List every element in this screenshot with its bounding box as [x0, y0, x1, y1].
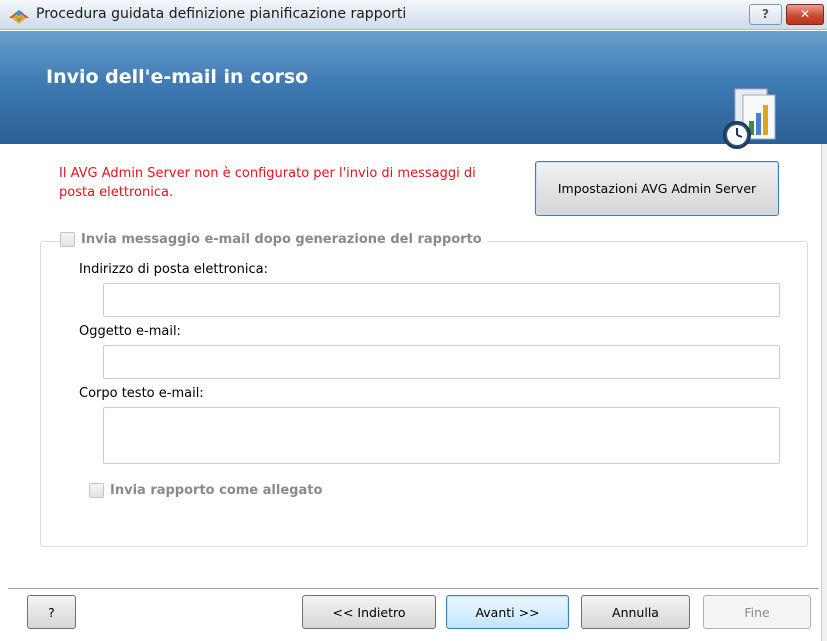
send-email-checkbox[interactable] — [60, 232, 75, 247]
attach-report-checkbox[interactable] — [89, 483, 104, 498]
email-address-label: Indirizzo di posta elettronica: — [79, 262, 268, 277]
footer-separator — [8, 588, 819, 590]
window-right-border — [821, 144, 827, 641]
send-email-checkbox-row[interactable]: Invia messaggio e-mail dopo generazione … — [60, 232, 487, 247]
finish-button[interactable]: Fine — [703, 595, 811, 629]
next-button[interactable]: Avanti >> — [446, 595, 569, 629]
attach-report-checkbox-row[interactable]: Invia rapporto come allegato — [89, 483, 322, 498]
email-address-field[interactable] — [103, 283, 780, 317]
attach-report-label: Invia rapporto come allegato — [110, 483, 323, 498]
page-title: Invio dell'e-mail in corso — [46, 66, 309, 88]
email-body-field[interactable] — [103, 407, 780, 464]
avg-admin-server-settings-button[interactable]: Impostazioni AVG Admin Server — [535, 161, 779, 216]
back-button[interactable]: << Indietro — [302, 595, 436, 629]
close-button[interactable]: ✕ — [786, 4, 824, 25]
report-schedule-icon — [723, 88, 776, 149]
title-help-button[interactable]: ? — [749, 4, 782, 25]
email-subject-label: Oggetto e-mail: — [79, 324, 181, 339]
title-bar: Procedura guidata definizione pianificaz… — [0, 0, 827, 30]
email-body-label: Corpo testo e-mail: — [79, 386, 204, 401]
send-email-label: Invia messaggio e-mail dopo generazione … — [81, 232, 482, 247]
avg-app-icon — [9, 10, 29, 24]
help-button[interactable]: ? — [27, 595, 76, 629]
cancel-button[interactable]: Annulla — [581, 595, 690, 629]
header-banner: Invio dell'e-mail in corso — [0, 31, 827, 149]
window-title: Procedura guidata definizione pianificaz… — [36, 6, 407, 22]
email-subject-field[interactable] — [103, 345, 780, 379]
server-not-configured-warning: Il AVG Admin Server non è configurato pe… — [59, 166, 476, 200]
